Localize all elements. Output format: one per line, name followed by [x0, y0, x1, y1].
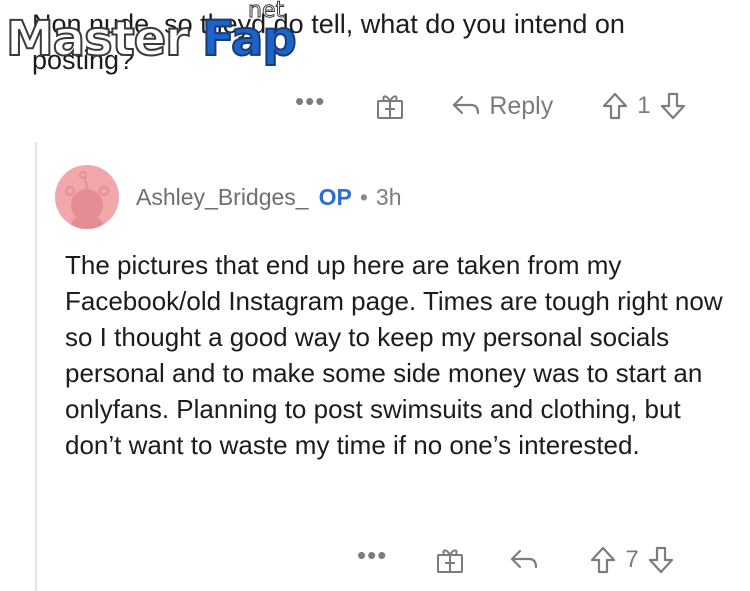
comment-meta: Ashley_Bridges_ OP • 3h	[136, 183, 402, 211]
gift-icon[interactable]	[435, 545, 465, 575]
avatar[interactable]	[55, 165, 119, 229]
op-badge: OP	[318, 184, 352, 210]
parent-comment-actions: ••• Reply 1	[295, 86, 687, 126]
upvote-icon[interactable]	[601, 91, 629, 121]
more-options-button[interactable]: •••	[295, 88, 325, 114]
parent-comment-text: Non nude, so theyd do tell, what do you …	[32, 9, 625, 75]
username-link[interactable]: Ashley_Bridges_	[136, 183, 309, 211]
upvote-icon[interactable]	[589, 545, 617, 575]
vote-count: 1	[637, 92, 651, 119]
reply-label: Reply	[489, 91, 554, 120]
more-options-button[interactable]: •••	[357, 542, 387, 568]
reply-comment-actions: ••• 7	[357, 540, 675, 580]
downvote-icon[interactable]	[647, 545, 675, 575]
timestamp: 3h	[375, 184, 402, 210]
gift-icon[interactable]	[375, 91, 405, 121]
reply-button[interactable]: Reply	[451, 92, 553, 121]
reply-arrow-icon[interactable]	[509, 547, 539, 573]
snoo-avatar-icon	[65, 171, 109, 229]
separator-dot: •	[359, 184, 368, 210]
downvote-icon[interactable]	[659, 91, 687, 121]
thread-line[interactable]	[35, 142, 37, 591]
vote-count: 7	[625, 546, 639, 573]
comment-body: The pictures that end up here are taken …	[65, 250, 723, 460]
reply-arrow-icon	[451, 93, 481, 119]
